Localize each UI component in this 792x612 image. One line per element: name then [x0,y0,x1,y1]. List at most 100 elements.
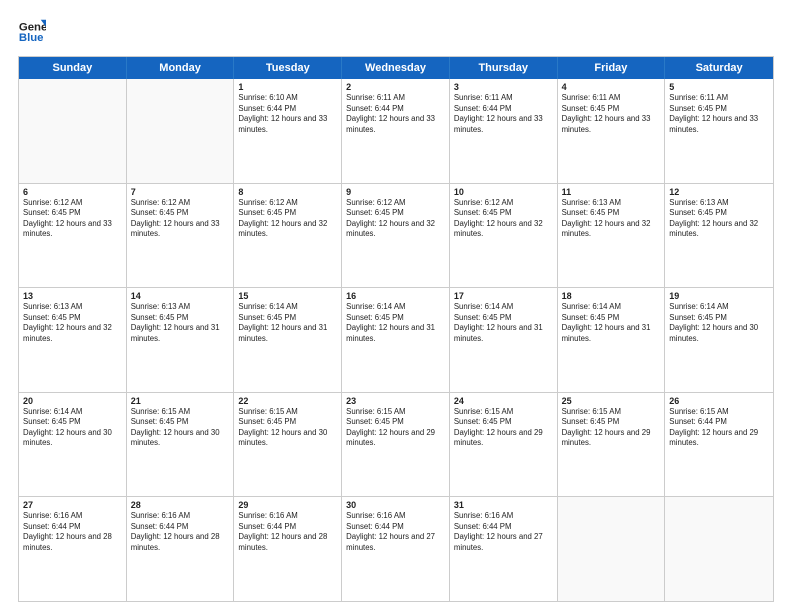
calendar-cell[interactable]: 14Sunrise: 6:13 AM Sunset: 6:45 PM Dayli… [127,288,235,392]
calendar-cell [558,497,666,601]
day-info: Sunrise: 6:14 AM Sunset: 6:45 PM Dayligh… [238,302,337,344]
weekday-header: Monday [127,57,235,79]
calendar-cell[interactable]: 15Sunrise: 6:14 AM Sunset: 6:45 PM Dayli… [234,288,342,392]
calendar-cell[interactable]: 2Sunrise: 6:11 AM Sunset: 6:44 PM Daylig… [342,79,450,183]
day-number: 24 [454,396,553,406]
day-info: Sunrise: 6:14 AM Sunset: 6:45 PM Dayligh… [669,302,769,344]
day-info: Sunrise: 6:16 AM Sunset: 6:44 PM Dayligh… [346,511,445,553]
calendar-row: 6Sunrise: 6:12 AM Sunset: 6:45 PM Daylig… [19,184,773,289]
calendar-cell[interactable]: 5Sunrise: 6:11 AM Sunset: 6:45 PM Daylig… [665,79,773,183]
day-info: Sunrise: 6:10 AM Sunset: 6:44 PM Dayligh… [238,93,337,135]
calendar-cell[interactable]: 30Sunrise: 6:16 AM Sunset: 6:44 PM Dayli… [342,497,450,601]
day-info: Sunrise: 6:15 AM Sunset: 6:45 PM Dayligh… [346,407,445,449]
logo: General Blue [18,18,50,46]
day-info: Sunrise: 6:11 AM Sunset: 6:45 PM Dayligh… [562,93,661,135]
calendar-body: 1Sunrise: 6:10 AM Sunset: 6:44 PM Daylig… [19,79,773,601]
calendar-cell[interactable]: 6Sunrise: 6:12 AM Sunset: 6:45 PM Daylig… [19,184,127,288]
day-number: 3 [454,82,553,92]
calendar-cell[interactable]: 31Sunrise: 6:16 AM Sunset: 6:44 PM Dayli… [450,497,558,601]
calendar-cell[interactable]: 13Sunrise: 6:13 AM Sunset: 6:45 PM Dayli… [19,288,127,392]
calendar-cell[interactable]: 4Sunrise: 6:11 AM Sunset: 6:45 PM Daylig… [558,79,666,183]
calendar-cell[interactable]: 22Sunrise: 6:15 AM Sunset: 6:45 PM Dayli… [234,393,342,497]
calendar-cell[interactable]: 9Sunrise: 6:12 AM Sunset: 6:45 PM Daylig… [342,184,450,288]
calendar-cell[interactable]: 28Sunrise: 6:16 AM Sunset: 6:44 PM Dayli… [127,497,235,601]
calendar-cell[interactable]: 26Sunrise: 6:15 AM Sunset: 6:44 PM Dayli… [665,393,773,497]
calendar-row: 20Sunrise: 6:14 AM Sunset: 6:45 PM Dayli… [19,393,773,498]
calendar-cell[interactable]: 10Sunrise: 6:12 AM Sunset: 6:45 PM Dayli… [450,184,558,288]
day-info: Sunrise: 6:12 AM Sunset: 6:45 PM Dayligh… [23,198,122,240]
weekday-header: Saturday [665,57,773,79]
calendar-cell[interactable]: 3Sunrise: 6:11 AM Sunset: 6:44 PM Daylig… [450,79,558,183]
day-number: 31 [454,500,553,510]
day-info: Sunrise: 6:16 AM Sunset: 6:44 PM Dayligh… [238,511,337,553]
day-info: Sunrise: 6:16 AM Sunset: 6:44 PM Dayligh… [131,511,230,553]
day-info: Sunrise: 6:12 AM Sunset: 6:45 PM Dayligh… [454,198,553,240]
calendar-cell[interactable]: 8Sunrise: 6:12 AM Sunset: 6:45 PM Daylig… [234,184,342,288]
weekday-header: Tuesday [234,57,342,79]
day-number: 15 [238,291,337,301]
calendar-header: SundayMondayTuesdayWednesdayThursdayFrid… [19,57,773,79]
day-info: Sunrise: 6:13 AM Sunset: 6:45 PM Dayligh… [562,198,661,240]
day-info: Sunrise: 6:15 AM Sunset: 6:45 PM Dayligh… [454,407,553,449]
calendar-row: 13Sunrise: 6:13 AM Sunset: 6:45 PM Dayli… [19,288,773,393]
day-info: Sunrise: 6:11 AM Sunset: 6:44 PM Dayligh… [454,93,553,135]
calendar-cell[interactable]: 25Sunrise: 6:15 AM Sunset: 6:45 PM Dayli… [558,393,666,497]
calendar-cell[interactable]: 12Sunrise: 6:13 AM Sunset: 6:45 PM Dayli… [665,184,773,288]
calendar-cell[interactable]: 16Sunrise: 6:14 AM Sunset: 6:45 PM Dayli… [342,288,450,392]
day-number: 29 [238,500,337,510]
logo-icon: General Blue [18,18,46,46]
day-info: Sunrise: 6:11 AM Sunset: 6:44 PM Dayligh… [346,93,445,135]
page: General Blue SundayMondayTuesdayWednesda… [0,0,792,612]
calendar-row: 1Sunrise: 6:10 AM Sunset: 6:44 PM Daylig… [19,79,773,184]
calendar-cell [127,79,235,183]
day-info: Sunrise: 6:16 AM Sunset: 6:44 PM Dayligh… [23,511,122,553]
day-number: 30 [346,500,445,510]
calendar-cell[interactable]: 19Sunrise: 6:14 AM Sunset: 6:45 PM Dayli… [665,288,773,392]
calendar: SundayMondayTuesdayWednesdayThursdayFrid… [18,56,774,602]
calendar-cell[interactable]: 17Sunrise: 6:14 AM Sunset: 6:45 PM Dayli… [450,288,558,392]
day-number: 16 [346,291,445,301]
calendar-cell[interactable]: 29Sunrise: 6:16 AM Sunset: 6:44 PM Dayli… [234,497,342,601]
day-number: 11 [562,187,661,197]
day-info: Sunrise: 6:13 AM Sunset: 6:45 PM Dayligh… [23,302,122,344]
calendar-cell[interactable]: 11Sunrise: 6:13 AM Sunset: 6:45 PM Dayli… [558,184,666,288]
day-info: Sunrise: 6:15 AM Sunset: 6:44 PM Dayligh… [669,407,769,449]
calendar-cell[interactable]: 24Sunrise: 6:15 AM Sunset: 6:45 PM Dayli… [450,393,558,497]
day-info: Sunrise: 6:14 AM Sunset: 6:45 PM Dayligh… [562,302,661,344]
calendar-cell[interactable]: 27Sunrise: 6:16 AM Sunset: 6:44 PM Dayli… [19,497,127,601]
day-number: 6 [23,187,122,197]
day-number: 17 [454,291,553,301]
day-number: 10 [454,187,553,197]
day-number: 7 [131,187,230,197]
calendar-cell[interactable]: 21Sunrise: 6:15 AM Sunset: 6:45 PM Dayli… [127,393,235,497]
day-info: Sunrise: 6:13 AM Sunset: 6:45 PM Dayligh… [131,302,230,344]
calendar-cell[interactable]: 23Sunrise: 6:15 AM Sunset: 6:45 PM Dayli… [342,393,450,497]
calendar-row: 27Sunrise: 6:16 AM Sunset: 6:44 PM Dayli… [19,497,773,601]
day-number: 27 [23,500,122,510]
day-info: Sunrise: 6:14 AM Sunset: 6:45 PM Dayligh… [454,302,553,344]
calendar-cell[interactable]: 1Sunrise: 6:10 AM Sunset: 6:44 PM Daylig… [234,79,342,183]
day-info: Sunrise: 6:14 AM Sunset: 6:45 PM Dayligh… [23,407,122,449]
header: General Blue [18,18,774,46]
calendar-cell[interactable]: 7Sunrise: 6:12 AM Sunset: 6:45 PM Daylig… [127,184,235,288]
day-number: 1 [238,82,337,92]
calendar-cell[interactable]: 20Sunrise: 6:14 AM Sunset: 6:45 PM Dayli… [19,393,127,497]
day-info: Sunrise: 6:15 AM Sunset: 6:45 PM Dayligh… [562,407,661,449]
day-number: 19 [669,291,769,301]
day-number: 4 [562,82,661,92]
day-number: 9 [346,187,445,197]
calendar-cell[interactable]: 18Sunrise: 6:14 AM Sunset: 6:45 PM Dayli… [558,288,666,392]
day-info: Sunrise: 6:15 AM Sunset: 6:45 PM Dayligh… [131,407,230,449]
calendar-cell [19,79,127,183]
day-info: Sunrise: 6:12 AM Sunset: 6:45 PM Dayligh… [238,198,337,240]
day-number: 5 [669,82,769,92]
svg-text:Blue: Blue [19,32,44,44]
weekday-header: Sunday [19,57,127,79]
day-number: 26 [669,396,769,406]
day-number: 14 [131,291,230,301]
day-number: 2 [346,82,445,92]
day-info: Sunrise: 6:14 AM Sunset: 6:45 PM Dayligh… [346,302,445,344]
calendar-cell [665,497,773,601]
day-info: Sunrise: 6:12 AM Sunset: 6:45 PM Dayligh… [346,198,445,240]
day-number: 23 [346,396,445,406]
